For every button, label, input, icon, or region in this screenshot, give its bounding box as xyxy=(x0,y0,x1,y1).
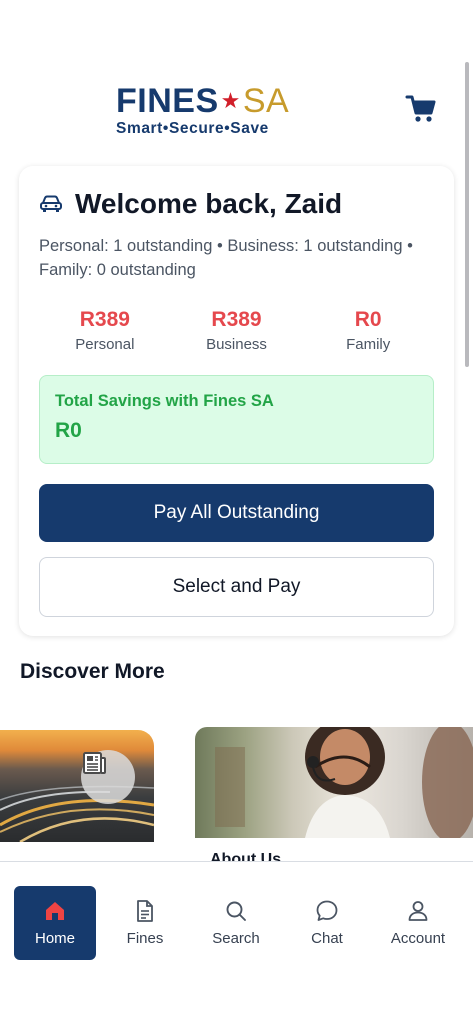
app-header: FINES ★ SA Smart•Secure•Save xyxy=(0,80,473,140)
stat-personal[interactable]: R389 Personal xyxy=(39,308,171,353)
outstanding-summary: Personal: 1 outstanding • Business: 1 ou… xyxy=(39,237,413,279)
home-icon xyxy=(46,902,64,920)
stat-family[interactable]: R0 Family xyxy=(302,308,434,353)
fines-sa-logo[interactable]: FINES ★ SA Smart•Secure•Save xyxy=(116,84,306,138)
stat-amount: R389 xyxy=(211,308,262,331)
logo-tagline: Smart•Secure•Save xyxy=(116,120,269,137)
nav-item-chat[interactable]: Chat xyxy=(286,886,368,960)
discover-card-roads[interactable] xyxy=(0,730,154,842)
savings-value: R0 xyxy=(55,419,82,442)
savings-box: Total Savings with Fines SA R0 xyxy=(39,375,434,464)
cart-icon[interactable] xyxy=(405,94,437,124)
about-us-caption: About Us xyxy=(210,851,282,861)
stat-amount: R389 xyxy=(79,308,130,331)
stat-label: Family xyxy=(346,336,391,353)
logo-sa-text: SA xyxy=(242,82,290,120)
stat-amount: R0 xyxy=(354,308,382,331)
document-icon xyxy=(137,900,153,922)
bottom-navigation: Home Fines Search Chat Account xyxy=(0,861,473,1024)
stat-label: Business xyxy=(206,336,267,353)
customer-support-agent-image xyxy=(215,727,473,838)
welcome-card: Welcome back, Zaid Personal: 1 outstandi… xyxy=(19,166,454,636)
fine-stats: R389 Personal R389 Business R0 Family xyxy=(39,308,434,353)
nav-item-home[interactable]: Home xyxy=(14,886,96,960)
welcome-title: Welcome back, Zaid xyxy=(75,188,343,219)
pay-all-outstanding-button[interactable]: Pay All Outstanding xyxy=(39,484,434,542)
stat-label: Personal xyxy=(75,336,135,353)
discover-more-title: Discover More xyxy=(20,660,165,683)
nav-item-fines[interactable]: Fines xyxy=(104,886,186,960)
car-icon xyxy=(39,194,63,214)
nav-label: Chat xyxy=(311,930,343,947)
select-and-pay-button[interactable]: Select and Pay xyxy=(39,557,434,617)
nav-label: Account xyxy=(390,930,446,947)
discover-card-about-us[interactable] xyxy=(195,727,473,838)
savings-title: Total Savings with Fines SA xyxy=(55,392,274,410)
nav-label: Home xyxy=(34,930,75,947)
nav-item-search[interactable]: Search xyxy=(195,886,277,960)
logo-star-icon: ★ xyxy=(220,88,241,113)
newspaper-icon xyxy=(81,750,135,804)
nav-item-account[interactable]: Account xyxy=(377,886,459,960)
search-icon xyxy=(226,901,246,921)
nav-label: Fines xyxy=(126,930,164,947)
logo-fines-text: FINES xyxy=(116,82,219,120)
chat-icon xyxy=(316,900,338,921)
user-icon xyxy=(408,901,428,921)
nav-label: Search xyxy=(212,930,260,947)
stat-business[interactable]: R389 Business xyxy=(171,308,303,353)
